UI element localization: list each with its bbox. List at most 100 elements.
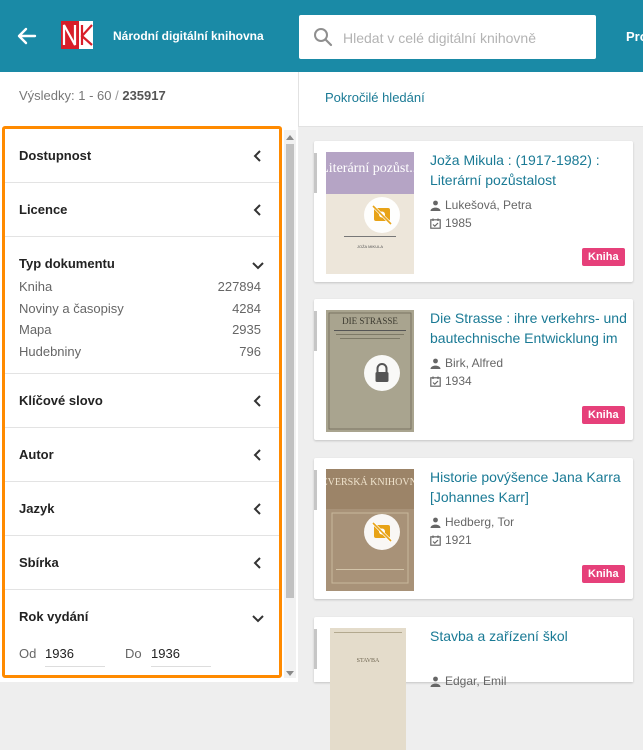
range-from-label: Od xyxy=(19,646,37,661)
filter-header[interactable]: Typ dokumentu xyxy=(5,237,279,277)
result-card[interactable]: DIE STRASSE Die Strasse : ihre verkehrs-… xyxy=(314,299,633,440)
filter-licence[interactable]: Licence xyxy=(5,183,279,237)
filter-header[interactable]: Jazyk xyxy=(5,482,279,535)
filter-option-kniha[interactable]: Kniha 227894 xyxy=(5,277,279,299)
cover-title: DIE STRASSE xyxy=(342,316,398,326)
author-name: Lukešová, Petra xyxy=(445,198,532,212)
filter-title: Dostupnost xyxy=(19,148,92,163)
range-from-underline xyxy=(45,666,105,667)
hidden-icon xyxy=(364,514,400,550)
option-count: 2935 xyxy=(232,322,261,337)
advanced-search-link[interactable]: Pokročilé hledání xyxy=(325,90,425,105)
filter-option-noviny[interactable]: Noviny a časopisy 4284 xyxy=(5,299,279,321)
result-title[interactable]: Stavba a zařízení škol xyxy=(430,626,630,646)
author-name: Hedberg, Tor xyxy=(445,515,515,529)
publish-year: 1921 xyxy=(445,533,472,547)
filter-rok-vydani[interactable]: Rok vydání Od 1936 Do 1936 xyxy=(5,590,279,670)
chevron-left-icon[interactable] xyxy=(251,556,265,570)
result-year: 1921 xyxy=(430,533,472,547)
filter-typ-dokumentu[interactable]: Typ dokumentu Kniha 227894 Noviny a časo… xyxy=(5,237,279,374)
cover-title: STAVBA xyxy=(357,658,380,664)
filter-header[interactable]: Klíčové slovo xyxy=(5,374,279,427)
filter-header[interactable]: Licence xyxy=(5,183,279,236)
year-range: Od 1936 Do 1936 xyxy=(5,636,279,670)
filter-title: Autor xyxy=(19,447,54,462)
search-box[interactable] xyxy=(299,15,596,61)
filter-title: Klíčové slovo xyxy=(19,393,103,408)
card-accent xyxy=(314,470,317,510)
filter-header[interactable]: Autor xyxy=(5,428,279,481)
author-name: Birk, Alfred xyxy=(445,356,504,370)
hidden-icon xyxy=(364,197,400,233)
filter-dostupnost[interactable]: Dostupnost xyxy=(5,129,279,183)
book-cover[interactable]: SEVERSKÁ KNIHOVNA xyxy=(326,469,414,591)
result-card[interactable]: Literární pozůst... JOŽA MIKULA Joža Mik… xyxy=(314,141,633,282)
chevron-down-icon[interactable] xyxy=(251,612,265,626)
back-arrow-icon[interactable] xyxy=(14,22,40,50)
filter-option-hudebniny[interactable]: Hudebniny 796 xyxy=(5,342,279,364)
result-title[interactable]: Joža Mikula : (1917-1982) : Literární po… xyxy=(430,150,630,190)
publish-year: 1934 xyxy=(445,374,472,388)
card-accent xyxy=(314,629,317,669)
filter-jazyk[interactable]: Jazyk xyxy=(5,482,279,536)
brand-name[interactable]: Národní digitální knihovna xyxy=(113,29,264,43)
results-range: Výsledky: 1 - 60 xyxy=(19,88,112,103)
chevron-left-icon[interactable] xyxy=(251,149,265,163)
result-year: 1934 xyxy=(430,374,472,388)
scroll-down-icon[interactable] xyxy=(286,671,294,676)
result-title[interactable]: Die Strasse : ihre verkehrs- und bautech… xyxy=(430,308,630,348)
cover-title: Literární pozůst... xyxy=(326,161,414,176)
chevron-left-icon[interactable] xyxy=(251,203,265,217)
result-author: Birk, Alfred xyxy=(430,356,503,370)
search-icon xyxy=(314,28,333,47)
filter-header[interactable]: Sbírka xyxy=(5,536,279,589)
book-cover[interactable]: DIE STRASSE xyxy=(326,310,414,432)
lock-icon xyxy=(364,355,400,391)
filter-option-mapa[interactable]: Mapa 2935 xyxy=(5,320,279,342)
search-input[interactable] xyxy=(341,15,585,61)
result-author: Hedberg, Tor xyxy=(430,515,514,529)
result-card[interactable]: SEVERSKÁ KNIHOVNA Historie povýšence Jan… xyxy=(314,458,633,599)
filter-header[interactable]: Dostupnost xyxy=(5,129,279,182)
filter-list: Dostupnost Licence Typ dokumentu Kniha 2… xyxy=(2,126,282,678)
chevron-left-icon[interactable] xyxy=(251,448,265,462)
scroll-up-icon[interactable] xyxy=(286,135,294,140)
header-link-truncated[interactable]: Pro xyxy=(626,29,643,44)
book-cover[interactable]: STAVBA xyxy=(330,628,406,750)
app-header: Národní digitální knihovna Pro xyxy=(0,0,643,72)
chevron-left-icon[interactable] xyxy=(251,394,265,408)
person-icon xyxy=(430,358,441,369)
range-to-input[interactable]: 1936 xyxy=(151,646,180,661)
filter-sbirka[interactable]: Sbírka xyxy=(5,536,279,590)
option-label: Hudebniny xyxy=(19,343,82,359)
filter-title: Rok vydání xyxy=(19,609,89,624)
cover-art: STAVBA xyxy=(334,632,402,664)
result-year: 1985 xyxy=(430,216,472,230)
document-type-badge: Kniha xyxy=(582,248,625,266)
author-name: Edgar, Emil xyxy=(445,674,507,688)
book-cover[interactable]: Literární pozůst... JOŽA MIKULA xyxy=(326,152,414,274)
chevron-left-icon[interactable] xyxy=(251,502,265,516)
option-count: 227894 xyxy=(217,279,261,294)
result-author: Edgar, Emil xyxy=(430,674,506,688)
results-separator: / xyxy=(111,88,123,103)
card-accent xyxy=(314,311,317,351)
nk-logo-icon[interactable] xyxy=(61,21,93,49)
filter-klicove-slovo[interactable]: Klíčové slovo xyxy=(5,374,279,428)
divider xyxy=(298,72,299,126)
scrollbar-thumb[interactable] xyxy=(286,144,294,598)
filter-title: Sbírka xyxy=(19,555,59,570)
filter-autor[interactable]: Autor xyxy=(5,428,279,482)
filter-header[interactable]: Rok vydání xyxy=(5,590,279,636)
results-total: 235917 xyxy=(122,88,166,103)
range-to-underline xyxy=(151,666,211,667)
filter-title: Jazyk xyxy=(19,501,55,516)
option-label: Noviny a časopisy xyxy=(19,300,124,316)
chevron-down-icon[interactable] xyxy=(251,259,265,273)
range-from-input[interactable]: 1936 xyxy=(45,646,74,661)
document-type-badge: Kniha xyxy=(582,406,625,424)
document-type-badge: Kniha xyxy=(582,565,625,583)
range-to-label: Do xyxy=(125,646,142,661)
result-title[interactable]: Historie povýšence Jana Karra [Johannes … xyxy=(430,467,630,507)
result-card[interactable]: STAVBA Stavba a zařízení škol Edgar, Emi… xyxy=(314,617,633,750)
